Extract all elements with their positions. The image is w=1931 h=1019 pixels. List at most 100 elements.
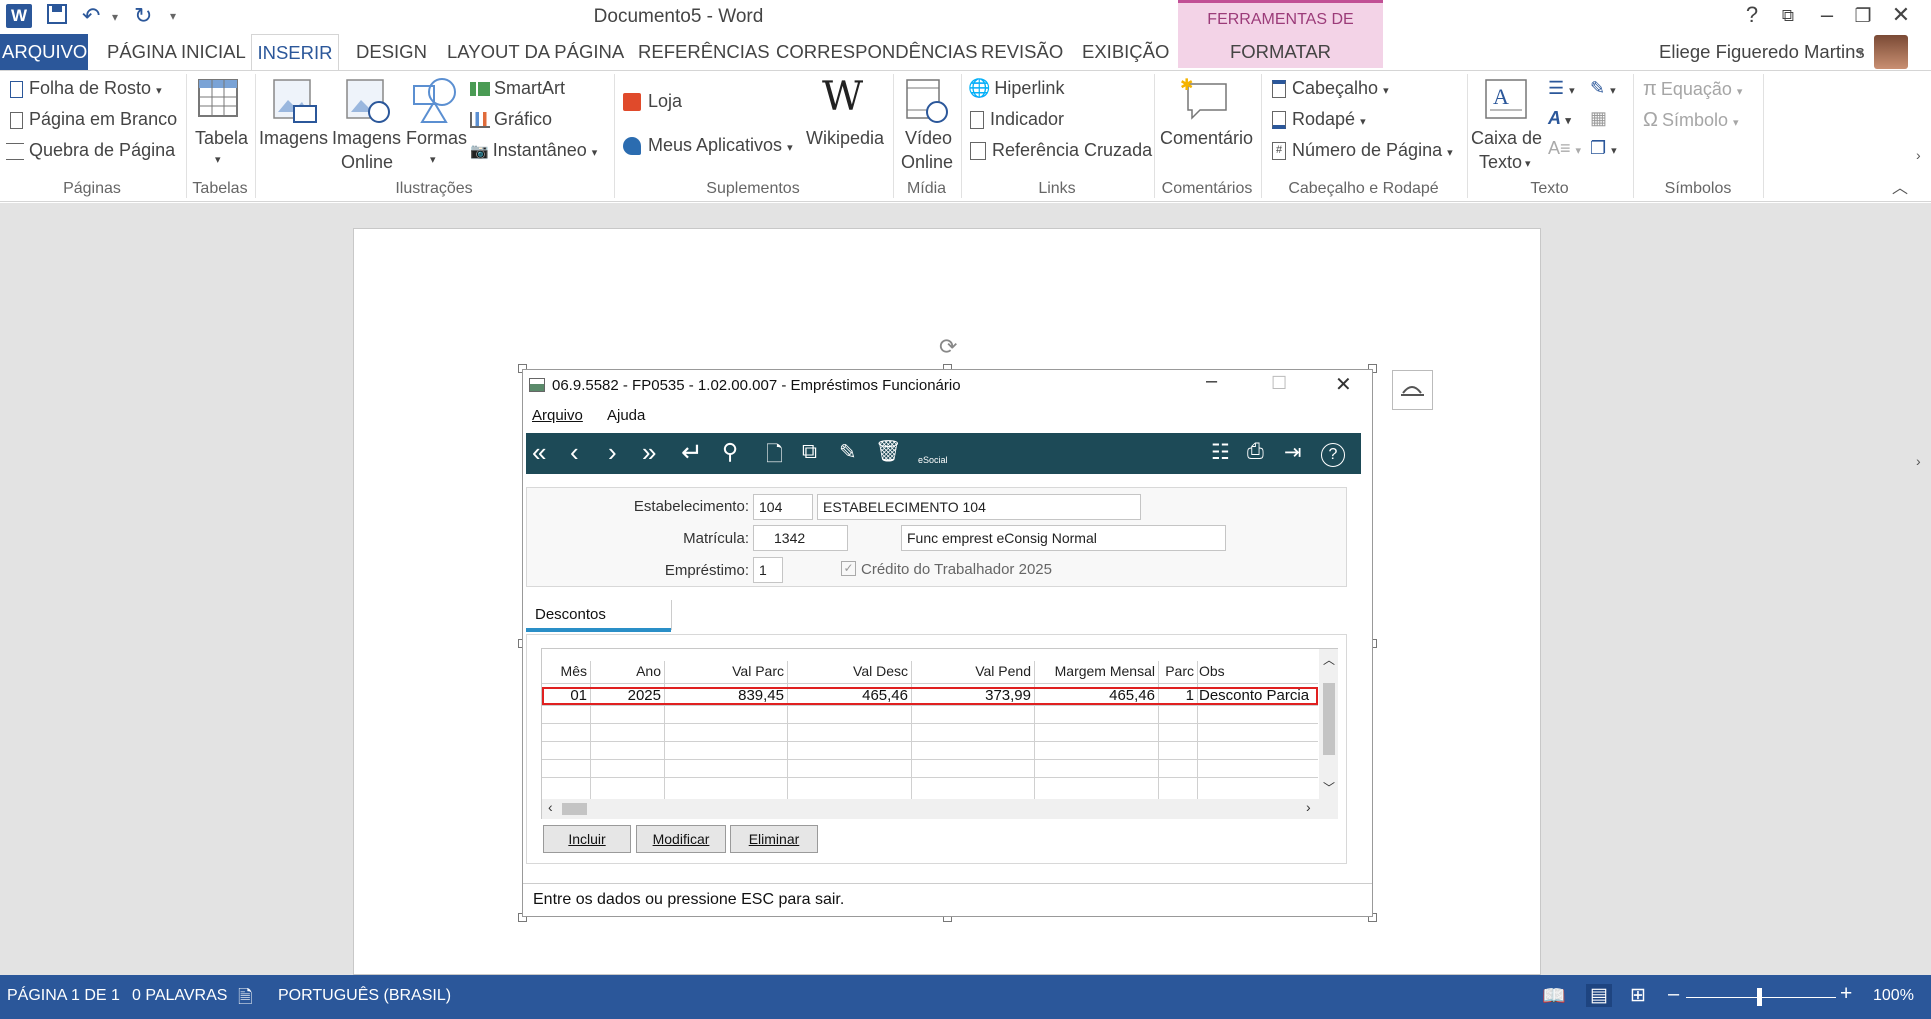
zoom-out-icon[interactable]: – xyxy=(1668,983,1679,1006)
chevron-down-icon: ▾ xyxy=(787,142,793,154)
video-label-2[interactable]: Online xyxy=(901,152,953,173)
video-label-1[interactable]: Vídeo xyxy=(905,128,952,149)
pictures-icon[interactable] xyxy=(272,78,318,129)
ribbon-display-icon[interactable]: ⧉ xyxy=(1771,6,1805,26)
formas-label[interactable]: Formas xyxy=(406,128,467,149)
shapes-icon[interactable] xyxy=(410,76,458,129)
last-record-icon: » xyxy=(642,437,657,467)
caixa-label-2[interactable]: Texto xyxy=(1479,152,1522,173)
text-box-icon[interactable]: A xyxy=(1484,78,1528,125)
avatar[interactable] xyxy=(1874,35,1908,69)
tab-descontos-indicator xyxy=(526,628,671,632)
tab-referencias[interactable]: REFERÊNCIAS xyxy=(636,34,772,70)
tab-exibicao[interactable]: EXIBIÇÃO xyxy=(1080,34,1171,70)
grafico-label: Gráfico xyxy=(494,109,553,129)
title-bar: W ↶ ▾ ↻ ▾ Documento5 - Word FERRAMENTAS … xyxy=(0,0,1931,62)
indicador-label: Indicador xyxy=(990,109,1065,129)
page-count[interactable]: PÁGINA 1 DE 1 xyxy=(7,987,120,1005)
zoom-level[interactable]: 100% xyxy=(1873,987,1914,1005)
data-grid: Mês Ano Val Parc Val Desc Val Pend Margem Men… xyxy=(541,648,1338,819)
chevron-down-icon: ▾ xyxy=(1736,86,1743,98)
tab-revisao[interactable]: REVISÃO xyxy=(979,34,1065,70)
comentario-label[interactable]: Comentário xyxy=(1160,128,1253,149)
imagens-label[interactable]: Imagens xyxy=(259,128,328,149)
wordart-icon[interactable]: A ▾ xyxy=(1548,108,1571,129)
object-icon[interactable]: ❐ ▾ xyxy=(1590,138,1617,159)
tab-correspondencias[interactable]: CORRESPONDÊNCIAS xyxy=(774,34,979,70)
grid-column-line xyxy=(1158,661,1159,799)
scroll-arrow-icon[interactable]: › xyxy=(1916,453,1921,469)
smartart-button[interactable]: SmartArt xyxy=(470,78,565,99)
user-name[interactable]: Eliege Figueredo Martins xyxy=(1657,34,1867,70)
referencia-cruzada-button[interactable]: Referência Cruzada xyxy=(968,140,1152,161)
grid-row-line xyxy=(542,759,1318,760)
simbolo-button[interactable]: Ω Símbolo ▾ xyxy=(1643,109,1739,132)
folha-de-rosto-button[interactable]: Folha de Rosto ▾ xyxy=(10,78,162,99)
quick-parts-icon[interactable]: ☰ ▾ xyxy=(1548,78,1575,99)
print-layout-icon[interactable]: ▤ xyxy=(1586,984,1612,1007)
scroll-arrow-icon[interactable]: › xyxy=(1916,147,1921,163)
restore-button[interactable]: ❐ xyxy=(1846,5,1880,28)
tabela-label: Tabela xyxy=(195,128,249,148)
hiperlink-button[interactable]: 🌐 Hiperlink xyxy=(968,78,1064,99)
numero-label: Número de Página xyxy=(1292,140,1443,160)
online-pictures-icon[interactable] xyxy=(345,78,391,129)
blank-page-icon xyxy=(10,111,23,129)
quebra-de-pagina-button[interactable]: Quebra de Página xyxy=(6,140,175,161)
chevron-down-icon: ▾ xyxy=(1447,147,1453,159)
caixa-label-1[interactable]: Caixa de xyxy=(1471,128,1542,149)
minimize-button[interactable]: – xyxy=(1810,2,1844,28)
zoom-slider-thumb[interactable] xyxy=(1757,988,1762,1006)
cabecalho-button[interactable]: Cabeçalho ▾ xyxy=(1272,78,1389,99)
comment-icon[interactable]: ✱ xyxy=(1180,76,1230,125)
status-bar: PÁGINA 1 DE 1 0 PALAVRAS 🗎 PORTUGUÊS (BR… xyxy=(0,975,1931,1019)
tab-layout[interactable]: LAYOUT DA PÁGINA xyxy=(445,34,626,70)
next-record-icon: › xyxy=(608,437,617,467)
loja-button[interactable]: Loja xyxy=(623,91,682,112)
grid-row-line xyxy=(542,741,1318,742)
rodape-button[interactable]: Rodapé ▾ xyxy=(1272,109,1366,130)
numero-pagina-button[interactable]: # Número de Página ▾ xyxy=(1272,140,1453,161)
web-layout-icon[interactable]: ⊞ xyxy=(1630,984,1646,1007)
pagina-em-branco-button[interactable]: Página em Branco xyxy=(10,109,177,130)
collapse-ribbon-icon[interactable]: ︿ xyxy=(1892,174,1908,198)
tabela-button[interactable] xyxy=(197,78,241,123)
imagens-online-label-1[interactable]: Imagens xyxy=(332,128,401,149)
grid-column-line xyxy=(1197,661,1198,799)
proofing-icon[interactable]: 🗎 xyxy=(238,985,252,1015)
instantaneo-button[interactable]: 📷 Instantâneo ▾ xyxy=(470,140,597,161)
tab-pagina-inicial[interactable]: PÁGINA INICIAL xyxy=(105,34,248,70)
header-icon xyxy=(1272,80,1286,99)
indicador-button[interactable]: Indicador xyxy=(968,109,1064,130)
user-dropdown-icon[interactable]: ▾ xyxy=(1858,46,1864,59)
signature-line-icon[interactable]: ✎ ▾ xyxy=(1590,78,1616,99)
group-links-label: Links xyxy=(1038,180,1076,197)
word-count[interactable]: 0 PALAVRAS xyxy=(132,987,227,1005)
grid-row-line xyxy=(542,777,1318,778)
wikipedia-label[interactable]: Wikipedia xyxy=(806,128,884,149)
omega-icon: Ω xyxy=(1643,109,1658,131)
close-button[interactable]: ✕ xyxy=(1884,2,1918,28)
incluir-button: Incluir xyxy=(543,825,631,853)
equacao-button[interactable]: π Equação ▾ xyxy=(1643,78,1742,101)
grid-column-line xyxy=(664,661,665,799)
wikipedia-icon[interactable]: W xyxy=(822,74,863,120)
grafico-button[interactable]: Gráfico xyxy=(470,109,552,130)
drop-cap-icon: A≡ ▾ xyxy=(1548,138,1582,158)
imagens-online-label-2[interactable]: Online xyxy=(341,152,393,173)
tab-arquivo[interactable]: ARQUIVO xyxy=(0,34,88,70)
tab-inserir[interactable]: INSERIR xyxy=(251,34,339,70)
language[interactable]: PORTUGUÊS (BRASIL) xyxy=(278,987,451,1005)
app-close-icon: ✕ xyxy=(1335,374,1352,396)
tab-design[interactable]: DESIGN xyxy=(354,34,429,70)
help-button[interactable]: ? xyxy=(1735,2,1769,28)
online-video-icon[interactable] xyxy=(903,78,949,129)
layout-options-button[interactable] xyxy=(1392,370,1433,410)
zoom-in-icon[interactable]: + xyxy=(1840,982,1852,1006)
meus-aplicativos-button[interactable]: Meus Aplicativos ▾ xyxy=(623,135,793,156)
rodape-label: Rodapé xyxy=(1292,109,1356,129)
tab-formatar[interactable]: FORMATAR xyxy=(1178,34,1383,70)
read-mode-icon[interactable]: 📖 xyxy=(1542,984,1566,1008)
scroll-right-icon: › xyxy=(1306,799,1311,815)
rotate-handle-icon[interactable]: ⟳ xyxy=(939,334,957,360)
